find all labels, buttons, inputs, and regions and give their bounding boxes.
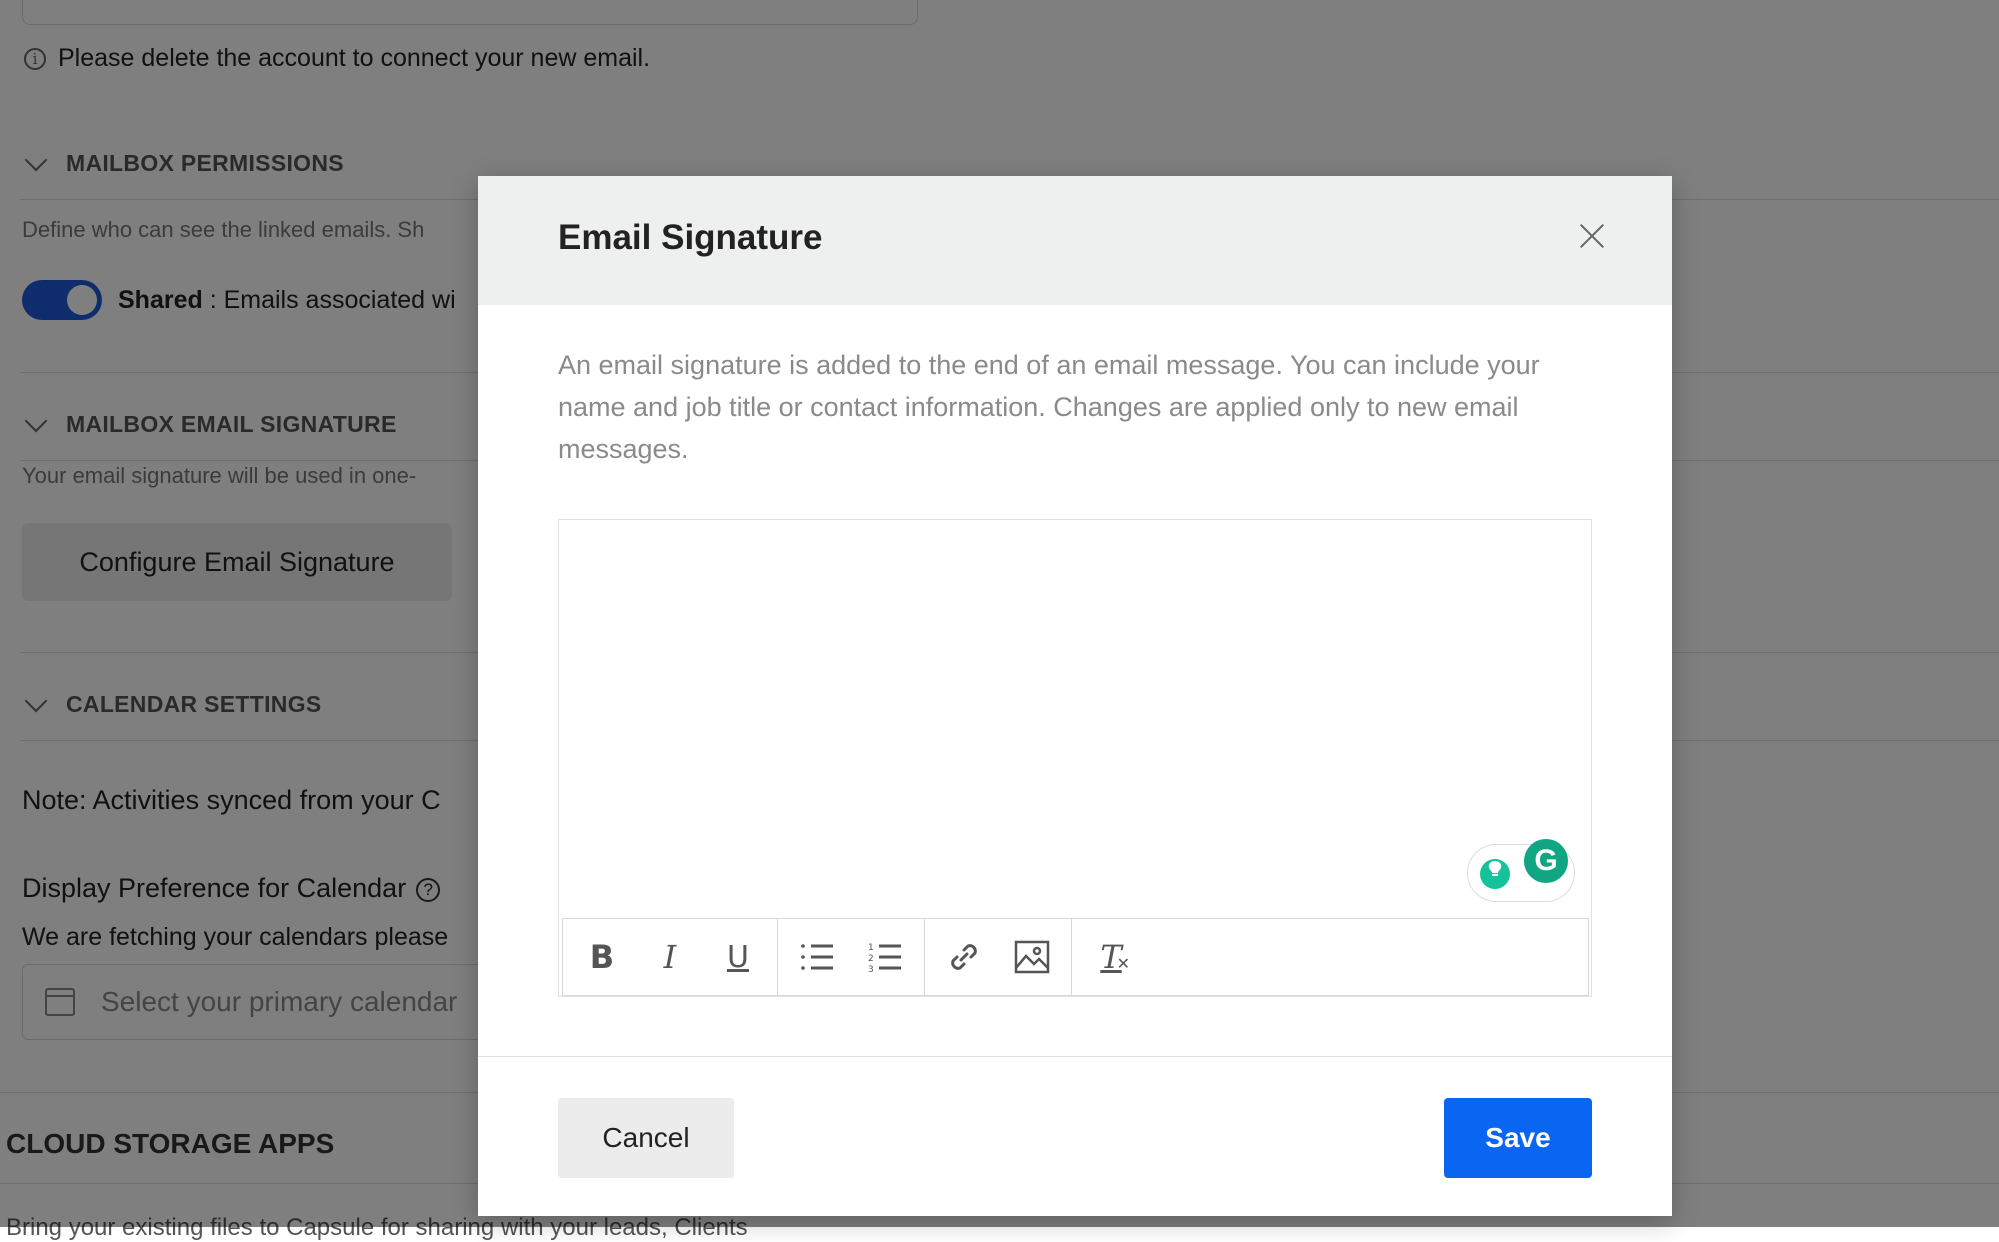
- numbered-list-icon[interactable]: 123: [862, 934, 908, 980]
- bulleted-list-icon[interactable]: [794, 934, 840, 980]
- editor-content[interactable]: [559, 520, 1591, 910]
- toolbar-group-format: B I U: [563, 919, 778, 995]
- toolbar-group-clear: T ✕: [1072, 919, 1150, 995]
- svg-text:3: 3: [868, 965, 874, 973]
- editor-toolbar: B I U 123 T ✕: [562, 918, 1589, 996]
- svg-text:1: 1: [868, 943, 874, 953]
- clear-x-glyph: ✕: [1116, 956, 1130, 973]
- bold-icon[interactable]: B: [579, 934, 625, 980]
- toolbar-group-insert: [925, 919, 1072, 995]
- close-icon[interactable]: [1578, 222, 1606, 250]
- clear-formatting-icon[interactable]: T ✕: [1088, 934, 1134, 980]
- email-signature-modal: Email Signature An email signature is ad…: [478, 176, 1672, 1216]
- toolbar-group-lists: 123: [778, 919, 925, 995]
- image-icon[interactable]: [1009, 934, 1055, 980]
- cancel-button[interactable]: Cancel: [558, 1098, 734, 1178]
- svg-text:2: 2: [868, 954, 874, 964]
- grammarly-widget[interactable]: G: [1467, 839, 1575, 902]
- modal-title: Email Signature: [558, 218, 823, 257]
- modal-description: An email signature is added to the end o…: [558, 350, 1540, 464]
- grammarly-logo-icon[interactable]: G: [1524, 839, 1568, 883]
- underline-icon[interactable]: U: [715, 934, 761, 980]
- signature-editor[interactable]: G B I U 123 T ✕: [558, 519, 1592, 997]
- italic-icon[interactable]: I: [647, 934, 693, 980]
- link-icon[interactable]: [941, 934, 987, 980]
- modal-footer-divider: [478, 1056, 1672, 1057]
- save-button[interactable]: Save: [1444, 1098, 1592, 1178]
- modal-header: Email Signature: [478, 176, 1672, 305]
- lightbulb-icon[interactable]: [1480, 859, 1510, 889]
